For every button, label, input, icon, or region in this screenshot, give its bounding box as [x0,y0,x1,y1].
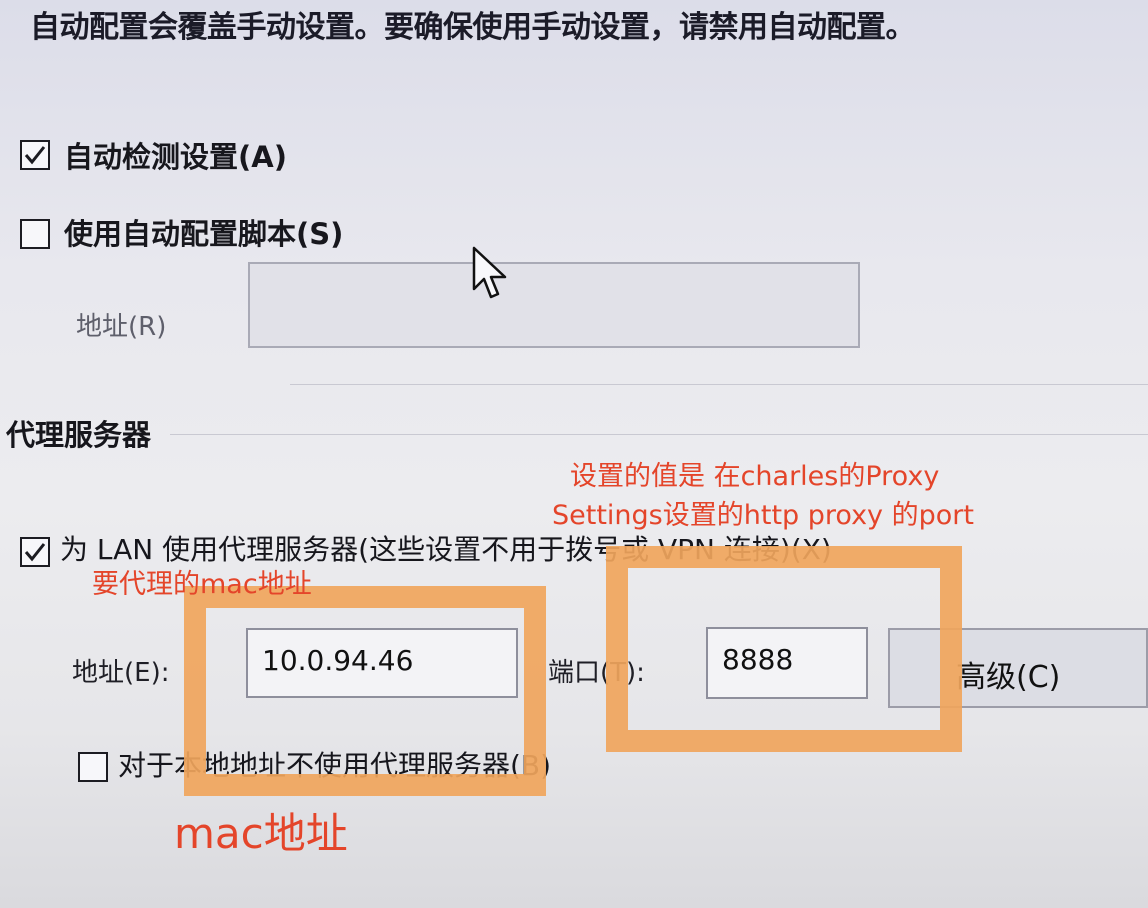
lan-proxy-checkbox[interactable] [20,537,50,567]
address-highlight-box [184,586,546,796]
use-script-label[interactable]: 使用自动配置脚本(S) [64,211,343,253]
advanced-button-label: 高级(C) [956,660,1061,695]
bypass-local-checkbox[interactable] [78,752,108,782]
address-note-top: 要代理的mac地址 [92,569,312,600]
address-note-bottom: mac地址 [174,809,348,858]
port-note-line2: Settings设置的http proxy 的port [552,500,974,531]
proxy-section-title: 代理服务器 [6,418,152,452]
auto-detect-label[interactable]: 自动检测设置(A) [64,134,287,176]
section-divider [290,384,1148,385]
script-address-label: 地址(R) [76,312,167,342]
auto-config-notice: 自动配置会覆盖手动设置。要确保使用手动设置，请禁用自动配置。 [30,10,916,45]
checkmark-icon [24,146,46,165]
port-highlight-box [606,546,962,752]
port-note-line1: 设置的值是 在charles的Proxy [570,461,940,492]
auto-detect-checkbox[interactable] [20,140,50,170]
mouse-pointer-icon [472,246,507,299]
proxy-section-divider [170,434,1148,435]
checkmark-icon [24,543,46,562]
script-address-input[interactable] [248,262,860,348]
proxy-address-label: 地址(E): [72,658,170,688]
use-script-checkbox[interactable] [20,219,50,249]
